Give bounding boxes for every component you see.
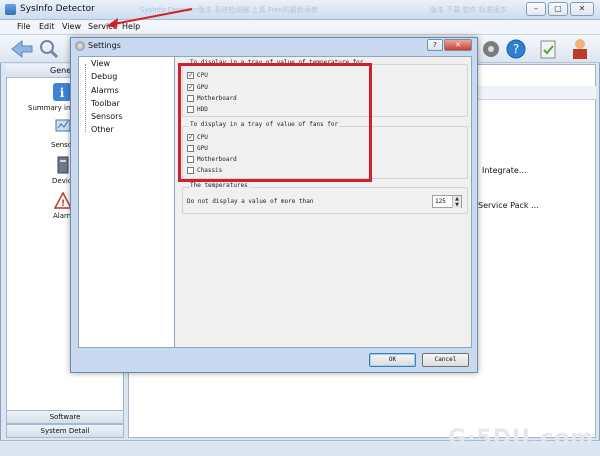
tree-item-debug[interactable]: Debug (91, 72, 117, 81)
dialog-title: Settings (88, 41, 121, 50)
devices-icon[interactable] (55, 156, 71, 174)
menu-file[interactable]: File (17, 22, 30, 31)
blurred-title-right: 版本 下载 软件 标准版本 (430, 6, 507, 14)
sensors-icon[interactable] (55, 118, 71, 134)
back-arrow-icon[interactable] (10, 39, 34, 59)
app-title: SysInfo Detector (20, 4, 95, 14)
tab-system-detail[interactable]: System Detail (6, 424, 124, 438)
temperatures-group-label: The temperatures (189, 182, 249, 189)
cancel-button[interactable]: Cancel (422, 353, 469, 367)
right-column-header (478, 86, 596, 100)
gear-icon[interactable] (481, 39, 501, 59)
tree-item-other[interactable]: Other (91, 125, 114, 134)
tree-item-toolbar[interactable]: Toolbar (91, 99, 120, 108)
settings-gear-icon (75, 41, 85, 51)
help-icon[interactable]: ? (505, 38, 527, 60)
dialog-help-button[interactable]: ? (427, 39, 443, 51)
annotation-arrow (106, 8, 193, 28)
right-text-integrate: Integrate... (482, 166, 527, 175)
tree-item-view[interactable]: View (91, 59, 110, 68)
highlight-box (178, 63, 372, 182)
tree-item-alarms[interactable]: Alarms (91, 86, 119, 95)
maximize-button[interactable]: ▢ (548, 2, 568, 16)
tab-software[interactable]: Software (6, 410, 124, 424)
minimize-button[interactable]: – (526, 2, 546, 16)
svg-text:!: ! (61, 199, 65, 209)
ok-button[interactable]: OK (369, 353, 416, 367)
svg-text:?: ? (513, 42, 519, 56)
right-text-service-pack: Service Pack ... (478, 201, 539, 210)
svg-text:i: i (60, 86, 65, 100)
tree-item-sensors[interactable]: Sensors (91, 112, 123, 121)
app-icon (5, 4, 16, 15)
spin-down-button[interactable]: ▼ (452, 202, 461, 208)
clipboard-icon[interactable] (538, 38, 558, 60)
tree-line (85, 64, 86, 132)
menu-edit[interactable]: Edit (39, 22, 55, 31)
dialog-close-button[interactable]: ✕ (444, 39, 472, 51)
info-icon[interactable]: i (52, 82, 72, 102)
menu-view[interactable]: View (62, 22, 81, 31)
search-icon[interactable] (38, 38, 60, 60)
max-value-label: Do not display a value of more than (187, 198, 314, 205)
close-button[interactable]: ✕ (570, 2, 594, 16)
watermark-logo: G·5DU.com (448, 426, 595, 451)
user-icon[interactable] (570, 37, 590, 61)
